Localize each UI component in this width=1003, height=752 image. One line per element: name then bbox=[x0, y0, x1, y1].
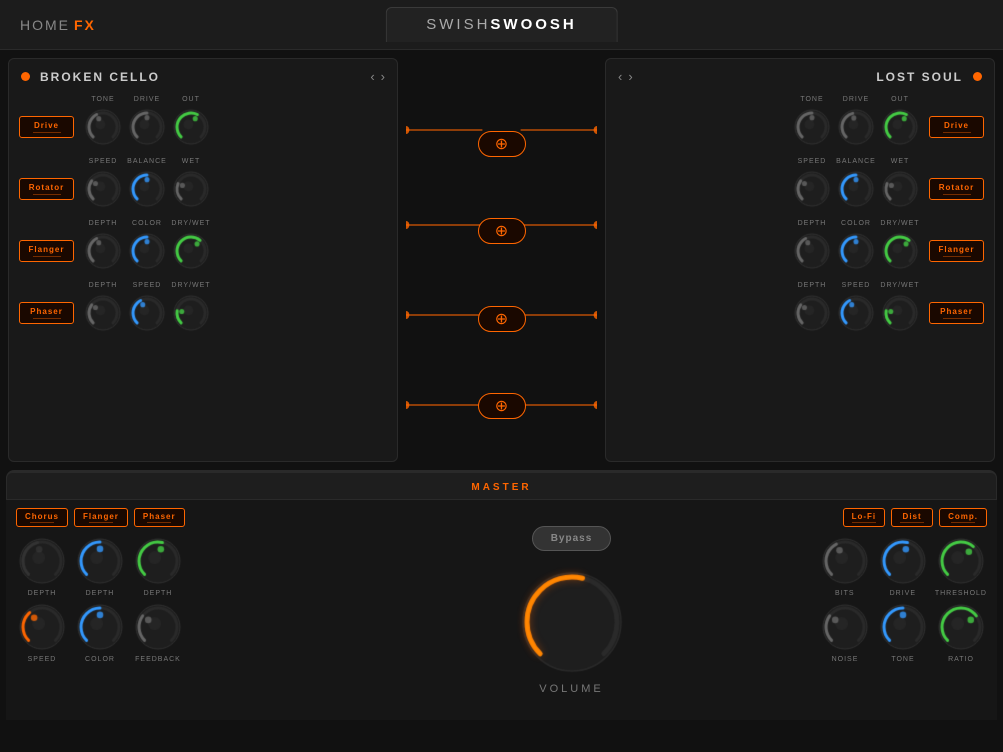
knob-left-rot-speed[interactable] bbox=[82, 168, 124, 210]
knob-right-pha-depth[interactable] bbox=[791, 292, 833, 334]
knob-left-drive-drive[interactable] bbox=[126, 106, 168, 148]
knob-left-rot-balance[interactable] bbox=[126, 168, 168, 210]
connector-1[interactable]: ⊕ bbox=[478, 131, 526, 157]
knob-right-rot-balance[interactable] bbox=[835, 168, 877, 210]
knob-right-drive-tone[interactable] bbox=[791, 106, 833, 148]
knob-right-fla-depth[interactable] bbox=[791, 230, 833, 272]
knob-master-tone[interactable] bbox=[877, 601, 929, 653]
phaser-button-master[interactable]: Phaser bbox=[134, 508, 185, 527]
volume-knob[interactable] bbox=[517, 567, 627, 677]
knob-master-color[interactable] bbox=[74, 601, 126, 653]
lofi-button[interactable]: Lo-Fi bbox=[843, 508, 886, 527]
knob-right-rot-speed[interactable] bbox=[791, 168, 833, 210]
knob-master-ratio[interactable] bbox=[935, 601, 987, 653]
rotator-button-left[interactable]: Rotator bbox=[19, 178, 74, 200]
knob-right-pha-speed[interactable] bbox=[835, 292, 877, 334]
flanger-button-left[interactable]: Flanger bbox=[19, 240, 74, 262]
preset-name-bold: SWOOSH bbox=[490, 16, 576, 33]
right-panel-next[interactable]: › bbox=[628, 69, 632, 84]
preset-name-light: SWISH bbox=[426, 16, 490, 33]
left-panel-name: BROKEN CELLO bbox=[40, 70, 160, 84]
knob-right-pha-drywet[interactable] bbox=[879, 292, 921, 334]
knob-master-bits[interactable] bbox=[819, 535, 871, 587]
knob-master-chorus-depth[interactable] bbox=[16, 535, 68, 587]
bypass-button[interactable]: Bypass bbox=[532, 526, 612, 551]
connector-2[interactable]: ⊕ bbox=[478, 218, 526, 244]
dist-button[interactable]: Dist bbox=[891, 508, 933, 527]
knob-master-dist-drive[interactable] bbox=[877, 535, 929, 587]
knob-master-phaser-depth[interactable] bbox=[132, 535, 184, 587]
app-fx: FX bbox=[74, 17, 96, 33]
master-section: MASTER Chorus Flanger Phaser DEPTH bbox=[6, 470, 997, 720]
knob-left-drive-tone[interactable] bbox=[82, 106, 124, 148]
knob-left-fla-depth[interactable] bbox=[82, 230, 124, 272]
app-title: HOME bbox=[20, 17, 70, 33]
left-panel-dot bbox=[21, 72, 30, 81]
knob-left-pha-drywet[interactable] bbox=[170, 292, 212, 334]
connector-4[interactable]: ⊕ bbox=[478, 393, 526, 419]
knob-right-fla-color[interactable] bbox=[835, 230, 877, 272]
knob-left-fla-color[interactable] bbox=[126, 230, 168, 272]
comp-button[interactable]: Comp. bbox=[939, 508, 987, 527]
knob-master-speed[interactable] bbox=[16, 601, 68, 653]
flanger-button-right[interactable]: Flanger bbox=[929, 240, 984, 262]
right-panel-name: LOST SOUL bbox=[876, 70, 963, 84]
knob-master-threshold[interactable] bbox=[935, 535, 987, 587]
knob-right-drive-out[interactable] bbox=[879, 106, 921, 148]
knob-master-feedback[interactable] bbox=[132, 601, 184, 653]
connector-3[interactable]: ⊕ bbox=[478, 306, 526, 332]
right-panel-dot bbox=[973, 72, 982, 81]
knob-right-rot-wet[interactable] bbox=[879, 168, 921, 210]
drive-button-left[interactable]: Drive bbox=[19, 116, 74, 138]
volume-label: VOLUME bbox=[539, 683, 603, 695]
knob-left-drive-out[interactable] bbox=[170, 106, 212, 148]
left-panel-next[interactable]: › bbox=[381, 69, 385, 84]
drive-button-right[interactable]: Drive bbox=[929, 116, 984, 138]
knob-left-rot-wet[interactable] bbox=[170, 168, 212, 210]
knob-master-noise[interactable] bbox=[819, 601, 871, 653]
knob-master-flanger-depth[interactable] bbox=[74, 535, 126, 587]
left-panel: BROKEN CELLO ‹ › Drive TONE DRIVE bbox=[8, 58, 398, 462]
right-panel: ‹ › LOST SOUL Drive TONE DRIVE bbox=[605, 58, 995, 462]
left-panel-prev[interactable]: ‹ bbox=[370, 69, 374, 84]
master-title: MASTER bbox=[471, 482, 531, 493]
knob-left-pha-speed[interactable] bbox=[126, 292, 168, 334]
knob-left-pha-depth[interactable] bbox=[82, 292, 124, 334]
knob-left-fla-drywet[interactable] bbox=[170, 230, 212, 272]
knob-right-drive-drive[interactable] bbox=[835, 106, 877, 148]
phaser-button-left[interactable]: Phaser bbox=[19, 302, 74, 324]
rotator-button-right[interactable]: Rotator bbox=[929, 178, 984, 200]
chorus-button[interactable]: Chorus bbox=[16, 508, 68, 527]
flanger-button-master[interactable]: Flanger bbox=[74, 508, 128, 527]
knob-right-fla-drywet[interactable] bbox=[879, 230, 921, 272]
right-panel-prev[interactable]: ‹ bbox=[618, 69, 622, 84]
phaser-button-right[interactable]: Phaser bbox=[929, 302, 984, 324]
